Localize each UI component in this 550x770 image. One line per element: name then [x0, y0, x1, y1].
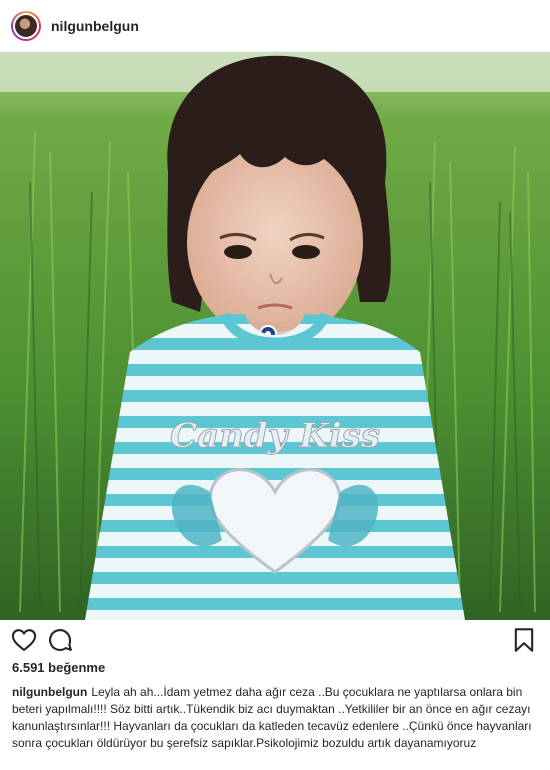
- caption-username[interactable]: nilgunbelgun: [12, 685, 87, 699]
- bookmark-icon[interactable]: [510, 626, 538, 654]
- comment-icon[interactable]: [46, 626, 74, 654]
- post-photo[interactable]: Candy Kiss: [0, 52, 550, 620]
- avatar-image: [13, 12, 39, 39]
- post-username[interactable]: nilgunbelgun: [51, 18, 139, 34]
- heart-icon[interactable]: [10, 626, 38, 654]
- post-caption: nilgunbelgun Leyla ah ah...İdam yetmez da…: [12, 684, 538, 752]
- avatar[interactable]: [11, 10, 41, 41]
- photo-illustration: Candy Kiss: [0, 52, 550, 620]
- likes-count[interactable]: 6.591 beğenme: [12, 660, 105, 675]
- post-actions: [0, 626, 550, 656]
- shirt-print-text: Candy Kiss: [170, 416, 380, 456]
- caption-text: Leyla ah ah...İdam yetmez daha ağır ceza…: [12, 685, 532, 750]
- post-header: nilgunbelgun: [0, 0, 550, 52]
